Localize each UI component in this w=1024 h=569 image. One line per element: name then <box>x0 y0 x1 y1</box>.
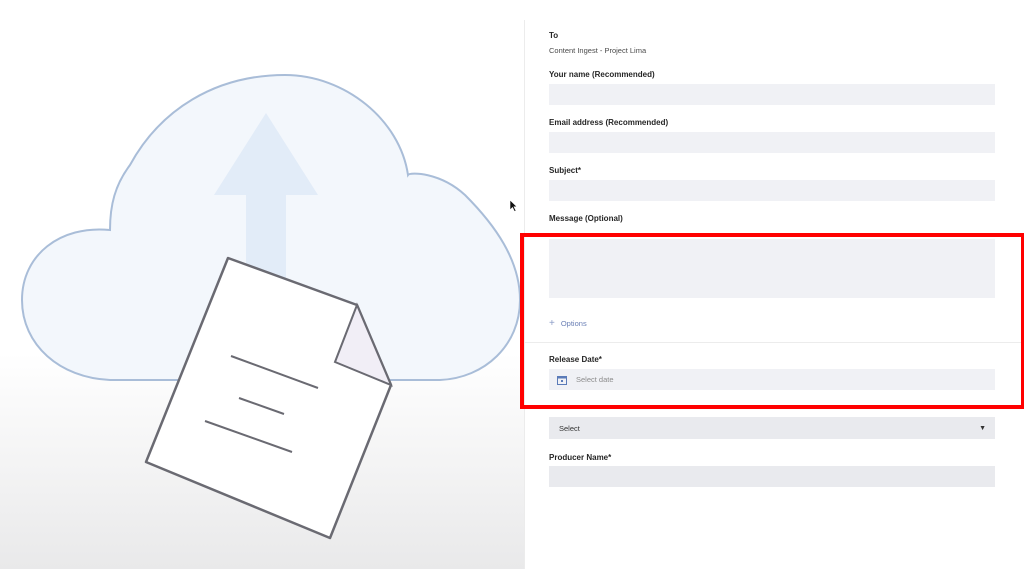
options-link[interactable]: + Options <box>549 318 587 329</box>
producer-name-label: Producer Name* <box>549 453 612 462</box>
producer-name-field[interactable] <box>549 466 995 487</box>
name-label: Your name (Recommended) <box>549 70 655 79</box>
email-label: Email address (Recommended) <box>549 118 669 127</box>
plus-icon: + <box>549 318 555 329</box>
caret-down-icon: ▼ <box>979 424 986 432</box>
calendar-icon <box>557 375 567 385</box>
panel-divider <box>524 20 525 569</box>
mouse-cursor-icon <box>509 199 518 212</box>
options-label: Options <box>560 319 587 328</box>
subject-field[interactable] <box>549 180 995 201</box>
release-date-label: Release Date* <box>549 355 602 364</box>
release-date-picker[interactable]: Select date <box>549 369 995 390</box>
release-date-placeholder: Select date <box>576 375 614 384</box>
upload-form: To Content Ingest - Project Lima Your na… <box>524 0 1024 569</box>
section-divider <box>524 342 1024 343</box>
email-field[interactable] <box>549 132 995 153</box>
select-dropdown[interactable]: Select ▼ <box>549 417 995 439</box>
select-value: Select <box>559 423 580 433</box>
message-label: Message (Optional) <box>549 214 623 223</box>
name-field[interactable] <box>549 84 995 105</box>
message-field[interactable] <box>549 239 995 298</box>
cloud-upload-illustration <box>20 73 522 540</box>
subject-label: Subject* <box>549 166 582 175</box>
to-value: Content Ingest - Project Lima <box>549 46 647 55</box>
to-label: To <box>549 31 559 40</box>
upload-illustration-panel <box>0 0 524 569</box>
